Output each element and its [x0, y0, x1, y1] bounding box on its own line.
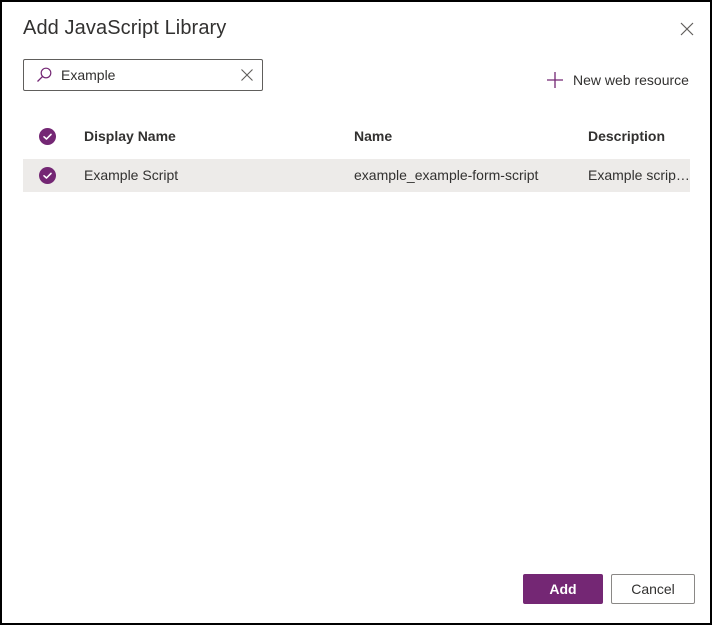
- close-button[interactable]: [678, 20, 696, 38]
- grid-header-row: Display Name Name Description: [23, 120, 690, 153]
- clear-search-icon[interactable]: [240, 68, 254, 82]
- row-checkbox[interactable]: [39, 167, 56, 184]
- cell-description: Example script...: [588, 167, 690, 183]
- library-grid: Display Name Name Description Example Sc…: [23, 120, 690, 192]
- plus-icon: [547, 72, 563, 88]
- column-header-description[interactable]: Description: [588, 128, 690, 144]
- cell-name: example_example-form-script: [354, 167, 539, 183]
- new-web-resource-button[interactable]: New web resource: [546, 70, 689, 90]
- add-button[interactable]: Add: [523, 574, 603, 604]
- search-input[interactable]: [61, 65, 231, 85]
- new-web-resource-label: New web resource: [573, 72, 689, 88]
- table-row[interactable]: Example Script example_example-form-scri…: [23, 159, 690, 192]
- cancel-button[interactable]: Cancel: [611, 574, 695, 604]
- add-javascript-library-dialog: Add JavaScript Library New web resource …: [0, 0, 712, 625]
- search-icon: [37, 67, 52, 82]
- search-box[interactable]: [23, 59, 263, 91]
- dialog-title: Add JavaScript Library: [23, 17, 227, 39]
- column-header-display-name[interactable]: Display Name: [84, 128, 176, 144]
- column-header-name[interactable]: Name: [354, 128, 392, 144]
- cell-display-name: Example Script: [84, 167, 179, 183]
- select-all-checkbox[interactable]: [39, 128, 56, 145]
- close-icon: [680, 22, 694, 36]
